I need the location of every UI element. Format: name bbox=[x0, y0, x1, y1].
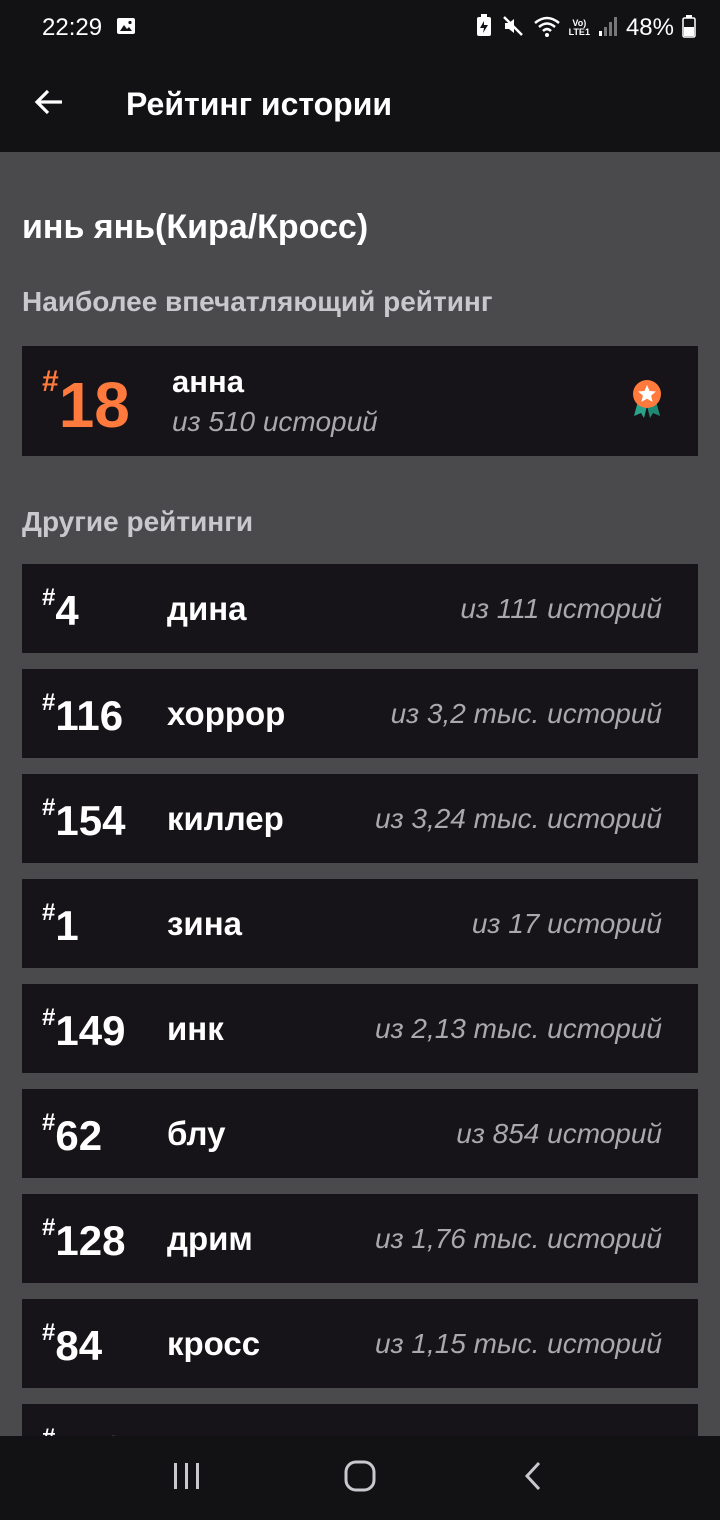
rank: # 4 bbox=[42, 583, 167, 634]
battery-percentage: 48% bbox=[625, 14, 674, 41]
rank-value: 62 bbox=[55, 1111, 103, 1159]
rank-value: 149 bbox=[55, 1006, 126, 1054]
ranking-row[interactable]: # 62 блу из 854 историй bbox=[22, 1089, 698, 1178]
ranking-row[interactable]: # 116 хоррор из 3,2 тыс. историй bbox=[22, 669, 698, 758]
rank-value: 128 bbox=[55, 1216, 126, 1264]
rank-tag: зина bbox=[167, 904, 242, 942]
ranking-row[interactable]: # 1 зина из 17 историй bbox=[22, 879, 698, 968]
rank-value: 1 bbox=[55, 901, 79, 949]
page-title: Рейтинг истории bbox=[126, 85, 393, 122]
battery-icon bbox=[682, 14, 696, 43]
rank: # 128 bbox=[42, 1213, 167, 1264]
rank-tag: инк bbox=[167, 1009, 224, 1047]
system-nav-bar bbox=[0, 1436, 720, 1520]
rank-total: из 3,2 тыс. историй bbox=[390, 697, 662, 729]
rank-hash: # bbox=[42, 583, 56, 611]
rank-hash: # bbox=[42, 793, 56, 821]
rank-total: из 17 историй bbox=[471, 907, 662, 939]
rank-value: 116 bbox=[55, 691, 124, 739]
rank-total: из 510 историй bbox=[172, 406, 378, 437]
rank: # 1 bbox=[42, 898, 167, 949]
status-time: 22:29 bbox=[42, 14, 103, 41]
rank-total: из 2,13 тыс. историй bbox=[375, 1012, 662, 1044]
battery-saver-icon bbox=[475, 13, 493, 43]
rank-tag: киллер bbox=[167, 799, 284, 837]
image-notification-icon bbox=[116, 16, 136, 41]
back-chevron-icon bbox=[522, 1460, 544, 1497]
rank-hash: # bbox=[42, 688, 56, 716]
system-back-button[interactable] bbox=[493, 1448, 573, 1508]
rank-total: из 111 историй bbox=[460, 592, 662, 624]
rank-total: из 3,24 тыс. историй bbox=[375, 802, 662, 834]
rank-tag: блу bbox=[167, 1114, 226, 1152]
home-icon bbox=[343, 1459, 377, 1498]
rank-hash: # bbox=[42, 1003, 56, 1031]
arrow-left-icon bbox=[33, 86, 65, 123]
ranking-row[interactable]: # 128 дрим из 1,76 тыс. историй bbox=[22, 1194, 698, 1283]
back-button[interactable] bbox=[17, 72, 81, 136]
rank-total: из 854 историй bbox=[456, 1117, 662, 1149]
rank-value: 4 bbox=[55, 586, 79, 634]
rank: # 149 bbox=[42, 1003, 167, 1054]
rank-hash: # bbox=[42, 1108, 56, 1136]
recents-icon bbox=[171, 1461, 203, 1496]
signal-icon bbox=[598, 15, 618, 42]
rank-value: 18 bbox=[58, 369, 130, 441]
rank-tag: дина bbox=[167, 589, 247, 627]
rank: # 84 bbox=[42, 1318, 167, 1369]
ranking-content[interactable]: инь янь(Кира/Кросс) Наиболее впечатляющи… bbox=[0, 152, 720, 1436]
rank-hash: # bbox=[42, 898, 56, 926]
rank-tag: хоррор bbox=[167, 694, 286, 732]
best-ranking-card[interactable]: # 18 анна из 510 историй bbox=[22, 346, 698, 456]
mute-icon bbox=[501, 14, 525, 43]
rank: # 154 bbox=[42, 793, 167, 844]
network-bottom-label: LTE1 bbox=[568, 27, 590, 37]
ranking-row[interactable]: # 154 киллер из 3,24 тыс. историй bbox=[22, 774, 698, 863]
ranking-row[interactable]: # 4 дина из 111 историй bbox=[22, 564, 698, 653]
lte-indicator: Vo) LTE1 bbox=[569, 19, 590, 37]
rank-tag: анна bbox=[172, 364, 244, 399]
rank-total: из 1,76 тыс. историй bbox=[375, 1222, 662, 1254]
best-rank-text: анна из 510 историй bbox=[172, 364, 378, 438]
ranking-row[interactable]: # 149 инк из 2,13 тыс. историй bbox=[22, 984, 698, 1073]
rank-hash: # bbox=[42, 1318, 56, 1346]
rank-value: 84 bbox=[55, 1321, 103, 1369]
best-rank: # 18 bbox=[42, 365, 172, 437]
rank: # 116 bbox=[42, 688, 167, 739]
rank-hash: # bbox=[42, 1213, 56, 1241]
app-bar: Рейтинг истории bbox=[0, 56, 720, 152]
rank-hash: # bbox=[42, 365, 59, 398]
rank-tag: кросс bbox=[167, 1324, 261, 1362]
rank-hash: # bbox=[42, 1424, 55, 1437]
ranking-row[interactable]: # 153 bbox=[22, 1404, 698, 1436]
status-bar: 22:29 Vo) LTE1 48% bbox=[0, 0, 720, 56]
rank-tag: дрим bbox=[167, 1219, 253, 1257]
rank-total: из 1,15 тыс. историй bbox=[375, 1327, 662, 1359]
other-rankings-label: Другие рейтинги bbox=[22, 506, 254, 537]
wifi-icon bbox=[533, 14, 561, 43]
recents-button[interactable] bbox=[147, 1448, 227, 1508]
medal-icon bbox=[630, 379, 664, 424]
home-button[interactable] bbox=[320, 1448, 400, 1508]
rank: # 62 bbox=[42, 1108, 167, 1159]
rank: # 153 bbox=[42, 1424, 167, 1437]
story-title: инь янь(Кира/Кросс) bbox=[22, 208, 369, 246]
ranking-row[interactable]: # 84 кросс из 1,15 тыс. историй bbox=[22, 1299, 698, 1388]
rank-value: 154 bbox=[55, 796, 126, 844]
best-ranking-label: Наиболее впечатляющий рейтинг bbox=[22, 286, 493, 317]
